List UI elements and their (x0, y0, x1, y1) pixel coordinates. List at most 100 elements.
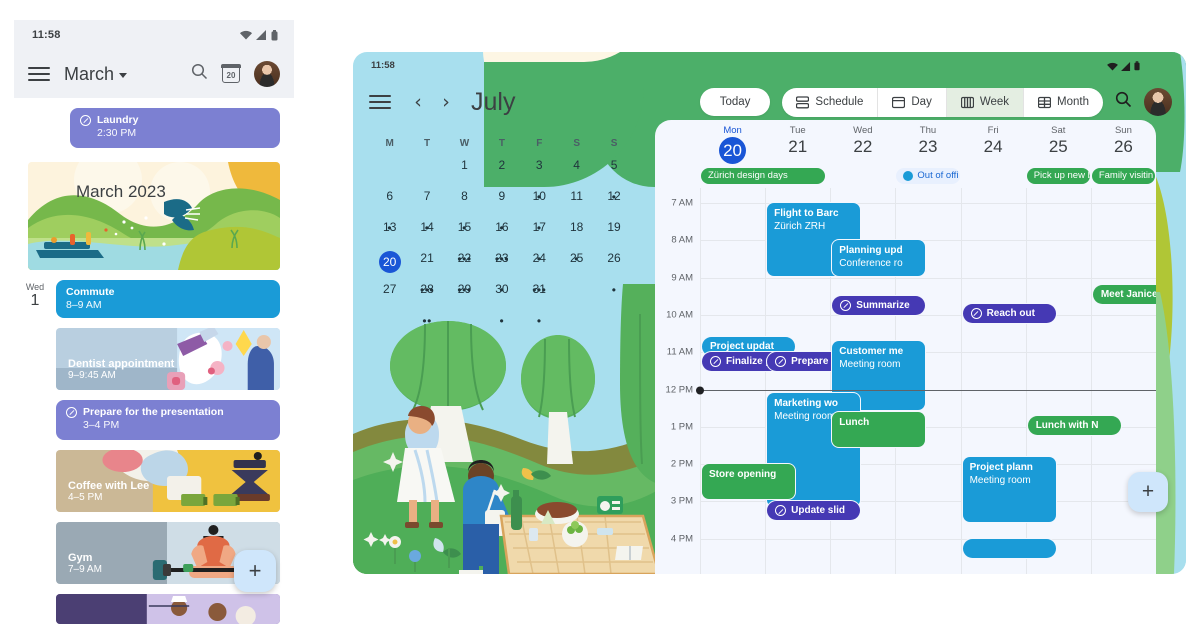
calendar-event[interactable]: Planning upd Conference ro (832, 240, 926, 276)
phone-status-time: 11:58 (32, 29, 61, 41)
next-month-button[interactable]: › (435, 91, 457, 113)
list-item[interactable]: Dentist appointment 9–9:45 AM (56, 328, 280, 390)
list-item[interactable] (56, 594, 280, 624)
table-row: Wed 1 Commute 8–9 AM (14, 280, 280, 318)
mini-calendar-day[interactable]: 11 (558, 186, 595, 217)
mini-calendar-day[interactable]: 10 • (521, 186, 558, 234)
mini-calendar-day[interactable]: 25 (558, 248, 595, 279)
month-selector-button[interactable]: March (64, 64, 128, 85)
mini-calendar-day[interactable]: 9 • (483, 186, 520, 234)
tab-week[interactable]: Week (946, 87, 1025, 117)
calendar-event[interactable]: Lunch (832, 411, 926, 448)
hamburger-menu-icon[interactable] (28, 67, 50, 81)
table-row: Coffee with Lee 4–5 PM (14, 450, 280, 512)
mini-calendar-day[interactable]: 28 •• (408, 279, 445, 327)
week-view-panel: Mon 20 Tue 21 Wed 22 Thu 23 Fri 24 Sat 25 Sun 26 Züri… (655, 120, 1156, 574)
list-item[interactable]: Commute 8–9 AM (56, 280, 280, 318)
search-icon[interactable] (191, 63, 208, 85)
mini-calendar-day[interactable]: 24 ••• (521, 248, 558, 296)
view-controls: Today Schedule Day Week Month (699, 87, 1186, 117)
avatar[interactable] (1144, 88, 1172, 116)
event-title: Store opening (709, 469, 777, 481)
event-title: Laundry (97, 114, 139, 126)
event-time: 9–9:45 AM (68, 370, 116, 381)
calendar-event[interactable]: Store opening (702, 464, 796, 500)
previous-month-button[interactable]: ‹ (407, 91, 429, 113)
tab-month[interactable]: Month (1024, 88, 1103, 117)
mini-calendar-day[interactable]: 20 (371, 248, 408, 279)
hour-label: 12 PM (665, 384, 693, 395)
mini-calendar-day[interactable]: 17 • (521, 217, 558, 265)
event-location: Meeting room (839, 359, 901, 370)
mini-calendar-day[interactable]: 27 (371, 279, 408, 310)
calendar-event[interactable]: Meet Janice (1092, 285, 1156, 305)
mini-calendar-day[interactable]: 12 (595, 186, 632, 217)
mini-calendar-day[interactable]: 23 • (483, 248, 520, 296)
day-number: 25 (1048, 137, 1068, 156)
mini-calendar-day[interactable]: 4 (558, 155, 595, 186)
mini-calendar-day[interactable]: 19 (595, 217, 632, 248)
mini-calendar-empty (558, 279, 595, 310)
today-date-icon[interactable]: 20 (221, 64, 241, 83)
mini-calendar-day[interactable]: 21 ••• (408, 248, 445, 296)
event-title: Customer me (839, 346, 904, 357)
tab-day[interactable]: Day (878, 87, 947, 117)
mini-calendar-day[interactable]: 16 ••• (483, 217, 520, 265)
mini-calendar-week: 1 2 3 • 4 5 • (371, 155, 633, 203)
mini-calendar-day[interactable]: 1 (446, 155, 483, 186)
mini-calendar-day[interactable]: 26 • (595, 248, 632, 296)
event-dots: • (499, 314, 505, 328)
event-location: Conference ro (839, 258, 903, 270)
today-button[interactable]: Today (699, 88, 771, 116)
tab-schedule[interactable]: Schedule (782, 87, 879, 117)
all-day-event[interactable]: Family visitin (1091, 168, 1155, 184)
mini-calendar-day[interactable]: 5 • (595, 155, 632, 203)
list-item[interactable]: Laundry 2:30 PM (70, 108, 280, 148)
mini-calendar-week: 20 21 ••• 22 ••• 23 • 24 ••• 25 26 • (371, 248, 633, 296)
task-check-icon (66, 407, 77, 419)
mini-calendar-day[interactable]: 14 (408, 217, 445, 248)
mini-calendar-day[interactable]: 7 • (408, 186, 445, 234)
mini-calendar-day[interactable]: 3 • (521, 155, 558, 203)
wifi-icon (1107, 58, 1118, 76)
calendar-event[interactable]: Lunch with N (1027, 415, 1121, 435)
event-title: Commute (66, 286, 115, 298)
search-icon[interactable] (1115, 91, 1132, 113)
mini-calendar-day[interactable]: 15 ••• (446, 217, 483, 265)
mini-calendar-day[interactable]: 8 • (446, 186, 483, 234)
task-check-icon (775, 356, 787, 368)
day-number: 23 (918, 137, 938, 156)
list-item[interactable]: Prepare for the presentation 3–4 PM (56, 400, 280, 440)
event-title: Dentist appointment (68, 358, 175, 370)
tablet-status-icons (1107, 58, 1140, 76)
all-day-event[interactable]: Pick up new b (1026, 168, 1090, 184)
calendar-event[interactable]: Update slid (767, 501, 861, 521)
list-item[interactable]: Coffee with Lee 4–5 PM (56, 450, 280, 512)
create-event-fab[interactable]: + (234, 550, 276, 592)
day-number: 26 (1113, 137, 1133, 156)
mini-calendar-day[interactable]: 6 • (371, 186, 408, 234)
mini-calendar-day[interactable]: 29 (446, 279, 483, 310)
hamburger-menu-icon[interactable] (369, 95, 391, 109)
hour-label: 10 AM (666, 309, 693, 321)
task-check-icon (840, 300, 852, 312)
calendar-event[interactable]: Reach out (962, 303, 1056, 323)
mini-calendar-day[interactable]: 2 (483, 155, 520, 186)
event-title: Pick up new b (1033, 170, 1090, 181)
create-event-fab[interactable]: + (1128, 472, 1168, 512)
event-title: Meet Janice (1100, 289, 1156, 301)
mini-calendar-day[interactable]: 18 • (558, 217, 595, 265)
event-title: Prepare for the presentation (83, 406, 224, 418)
calendar-event[interactable]: Project plann Meeting room (962, 456, 1056, 522)
mini-calendar-day[interactable]: 31 • (521, 279, 558, 327)
all-day-event[interactable]: Out of offi (896, 168, 960, 184)
avatar[interactable] (254, 61, 280, 87)
calendar-event[interactable]: Summarize (832, 296, 926, 316)
event-title: Update slid (791, 505, 846, 517)
event-title: Planning upd (839, 245, 903, 257)
mini-calendar-day[interactable]: 22 ••• (446, 248, 483, 296)
mini-calendar-day[interactable]: 13 (371, 217, 408, 248)
month-hero-illustration: March 2023 (28, 162, 280, 270)
mini-calendar-day[interactable]: 30 • (483, 279, 520, 327)
calendar-event[interactable] (962, 538, 1056, 558)
